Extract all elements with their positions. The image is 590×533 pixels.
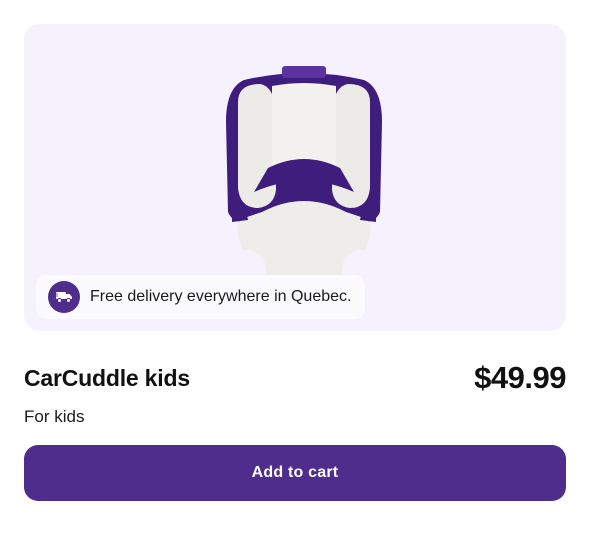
add-to-cart-button[interactable]: Add to cart [24,445,566,501]
product-title-row: CarCuddle kids $49.99 [24,360,566,395]
product-image[interactable] [204,62,404,292]
delivery-banner: Free delivery everywhere in Quebec. [36,275,366,319]
delivery-truck-icon [48,281,80,313]
product-price: $49.99 [474,360,566,395]
product-card: Free delivery everywhere in Quebec. CarC… [24,24,566,501]
product-subtitle: For kids [24,407,85,426]
delivery-text: Free delivery everywhere in Quebec. [90,288,352,305]
product-image-panel[interactable]: Free delivery everywhere in Quebec. [24,24,566,331]
product-name[interactable]: CarCuddle kids [24,365,190,392]
